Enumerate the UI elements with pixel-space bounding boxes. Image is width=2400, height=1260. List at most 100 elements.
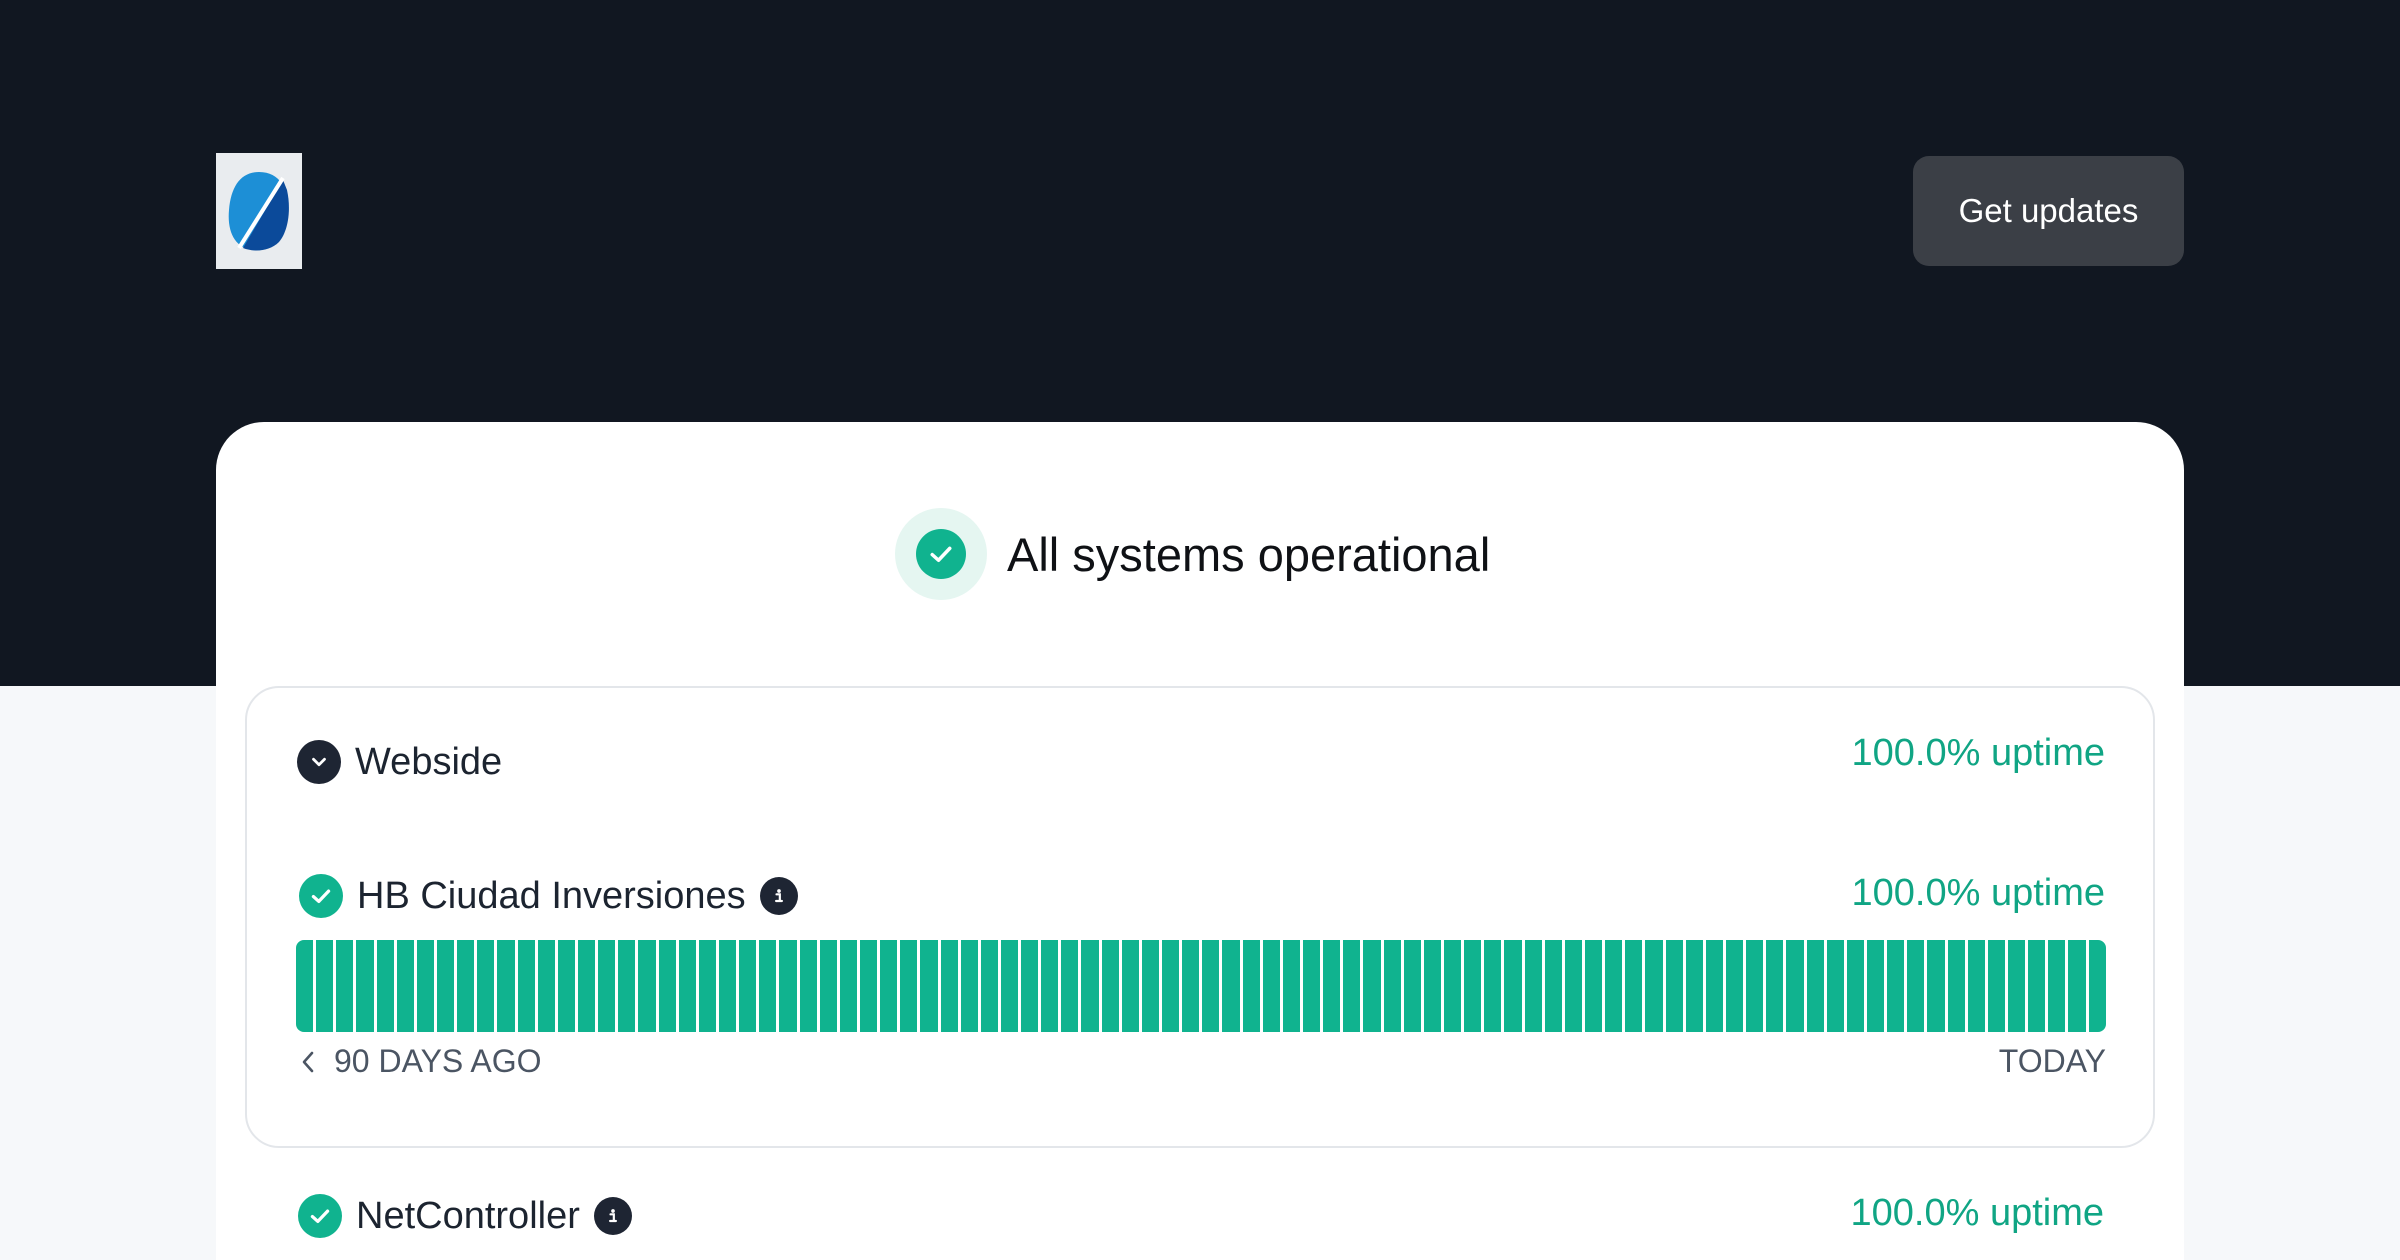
uptime-day-bar[interactable] (1585, 940, 1603, 1032)
uptime-day-bar[interactable] (1464, 940, 1482, 1032)
uptime-day-bar[interactable] (698, 940, 716, 1032)
uptime-day-bar[interactable] (396, 940, 414, 1032)
uptime-day-bar[interactable] (1564, 940, 1582, 1032)
axis-start[interactable]: 90 DAYS AGO (296, 1043, 542, 1080)
uptime-day-bar[interactable] (1907, 940, 1925, 1032)
uptime-day-bar[interactable] (1182, 940, 1200, 1032)
uptime-day-bar[interactable] (1041, 940, 1059, 1032)
uptime-day-bar[interactable] (859, 940, 878, 1032)
uptime-day-bar[interactable] (557, 940, 575, 1032)
uptime-bar-chart (296, 940, 2106, 1032)
chevron-down-icon[interactable] (297, 740, 341, 784)
uptime-day-bar[interactable] (960, 940, 978, 1032)
uptime-day-bar[interactable] (638, 940, 656, 1032)
uptime-day-bar[interactable] (2007, 940, 2026, 1032)
uptime-day-bar[interactable] (416, 940, 434, 1032)
uptime-day-bar[interactable] (336, 940, 354, 1032)
uptime-day-bar[interactable] (1746, 940, 1764, 1032)
info-icon[interactable] (593, 1197, 632, 1235)
info-icon[interactable] (759, 877, 798, 915)
uptime-day-bar[interactable] (1202, 940, 1220, 1032)
uptime-day-bar[interactable] (1403, 940, 1421, 1032)
uptime-day-bar[interactable] (2028, 940, 2046, 1032)
uptime-day-bar[interactable] (1343, 940, 1361, 1032)
get-updates-button[interactable]: Get updates (1913, 156, 2184, 266)
uptime-day-bar[interactable] (296, 940, 314, 1032)
uptime-day-bar[interactable] (1363, 940, 1381, 1032)
uptime-day-bar[interactable] (1000, 940, 1019, 1032)
uptime-day-bar[interactable] (1484, 940, 1502, 1032)
uptime-day-bar[interactable] (1423, 940, 1442, 1032)
uptime-day-bar[interactable] (497, 940, 515, 1032)
uptime-day-bar[interactable] (1725, 940, 1744, 1032)
uptime-day-bar[interactable] (1685, 940, 1703, 1032)
uptime-day-bar[interactable] (1625, 940, 1643, 1032)
uptime-day-bar[interactable] (920, 940, 938, 1032)
uptime-day-bar[interactable] (1705, 940, 1723, 1032)
uptime-day-bar[interactable] (2048, 940, 2066, 1032)
uptime-day-bar[interactable] (577, 940, 596, 1032)
uptime-day-bar[interactable] (1141, 940, 1160, 1032)
uptime-day-bar[interactable] (1987, 940, 2005, 1032)
uptime-day-bar[interactable] (678, 940, 696, 1032)
uptime-day-bar[interactable] (759, 940, 777, 1032)
uptime-day-bar[interactable] (537, 940, 555, 1032)
uptime-day-bar[interactable] (718, 940, 737, 1032)
uptime-day-bar[interactable] (1967, 940, 1985, 1032)
uptime-day-bar[interactable] (1766, 940, 1784, 1032)
uptime-day-bar[interactable] (799, 940, 817, 1032)
uptime-day-bar[interactable] (477, 940, 495, 1032)
company-logo[interactable] (216, 153, 302, 269)
uptime-day-bar[interactable] (1504, 940, 1522, 1032)
uptime-day-bar[interactable] (1887, 940, 1905, 1032)
uptime-day-bar[interactable] (1524, 940, 1542, 1032)
uptime-day-bar[interactable] (839, 940, 857, 1032)
check-circle-icon (299, 874, 343, 918)
uptime-day-bar[interactable] (1866, 940, 1885, 1032)
uptime-day-bar[interactable] (1806, 940, 1824, 1032)
uptime-day-bar[interactable] (1323, 940, 1341, 1032)
uptime-day-bar[interactable] (1645, 940, 1663, 1032)
uptime-day-bar[interactable] (1786, 940, 1804, 1032)
uptime-day-bar[interactable] (1262, 940, 1280, 1032)
uptime-day-bar[interactable] (517, 940, 535, 1032)
group-header-webside[interactable]: Webside (297, 740, 502, 784)
uptime-day-bar[interactable] (658, 940, 676, 1032)
uptime-day-bar[interactable] (1846, 940, 1864, 1032)
uptime-day-bar[interactable] (1081, 940, 1099, 1032)
uptime-day-bar[interactable] (1282, 940, 1301, 1032)
uptime-day-bar[interactable] (2068, 940, 2086, 1032)
uptime-day-bar[interactable] (1101, 940, 1119, 1032)
uptime-day-bar[interactable] (436, 940, 455, 1032)
uptime-day-bar[interactable] (819, 940, 837, 1032)
uptime-day-bar[interactable] (1162, 940, 1180, 1032)
uptime-day-bar[interactable] (1927, 940, 1945, 1032)
uptime-day-bar[interactable] (940, 940, 958, 1032)
uptime-day-bar[interactable] (1947, 940, 1965, 1032)
uptime-day-bar[interactable] (376, 940, 394, 1032)
uptime-day-bar[interactable] (1303, 940, 1321, 1032)
uptime-day-bar[interactable] (1444, 940, 1462, 1032)
uptime-day-bar[interactable] (1021, 940, 1039, 1032)
uptime-day-bar[interactable] (880, 940, 898, 1032)
overall-status-text: All systems operational (1007, 527, 1491, 581)
uptime-day-bar[interactable] (1061, 940, 1079, 1032)
uptime-day-bar[interactable] (618, 940, 636, 1032)
uptime-day-bar[interactable] (1665, 940, 1683, 1032)
uptime-day-bar[interactable] (1605, 940, 1623, 1032)
uptime-day-bar[interactable] (1544, 940, 1562, 1032)
uptime-day-bar[interactable] (739, 940, 757, 1032)
uptime-day-bar[interactable] (457, 940, 475, 1032)
uptime-day-bar[interactable] (1383, 940, 1401, 1032)
uptime-day-bar[interactable] (356, 940, 374, 1032)
uptime-day-bar[interactable] (2088, 940, 2106, 1032)
uptime-day-bar[interactable] (316, 940, 334, 1032)
uptime-day-bar[interactable] (1826, 940, 1844, 1032)
uptime-day-bar[interactable] (900, 940, 918, 1032)
uptime-day-bar[interactable] (980, 940, 998, 1032)
uptime-day-bar[interactable] (1242, 940, 1260, 1032)
uptime-day-bar[interactable] (598, 940, 616, 1032)
uptime-day-bar[interactable] (1121, 940, 1139, 1032)
uptime-day-bar[interactable] (779, 940, 797, 1032)
uptime-day-bar[interactable] (1222, 940, 1240, 1032)
